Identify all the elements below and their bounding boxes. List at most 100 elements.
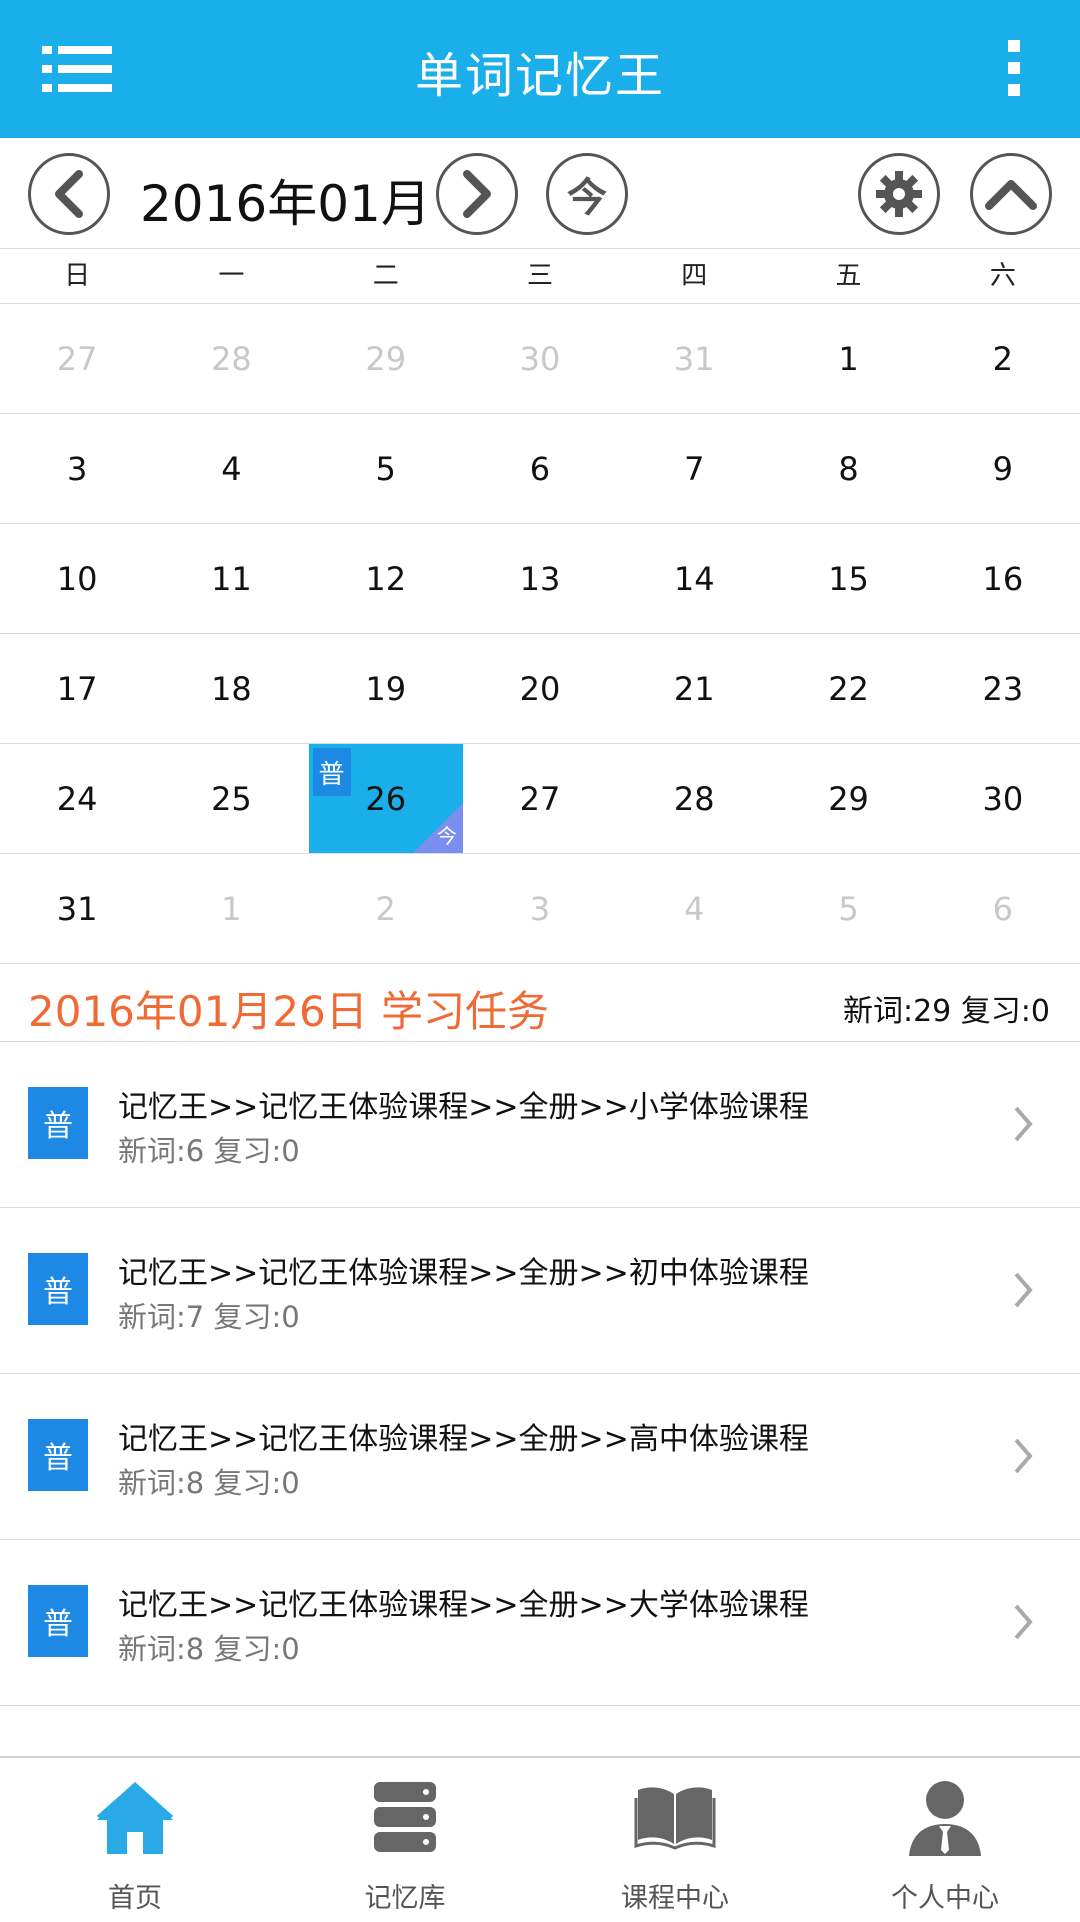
task-item[interactable]: 普 记忆王>>记忆王体验课程>>全册>>初中体验课程 新词:7 复习:0 <box>0 1208 1080 1374</box>
tab-home[interactable]: 首页 <box>0 1758 270 1922</box>
calendar-day[interactable]: 6 <box>463 414 617 523</box>
calendar-day-number: 12 <box>365 559 407 598</box>
calendar-day[interactable]: 19 <box>309 634 463 743</box>
calendar-day[interactable]: 8 <box>771 414 925 523</box>
calendar-day-number: 11 <box>211 559 252 598</box>
app-bar: 单词记忆王 <box>0 0 1080 138</box>
calendar-week-row: 10 11 12 13 14 15 16 <box>0 524 1080 634</box>
prev-month-button[interactable] <box>28 153 110 235</box>
task-stats: 新词:8 复习:0 <box>118 1466 300 1500</box>
calendar-day[interactable]: 4 <box>154 414 308 523</box>
calendar-day[interactable]: 2 <box>926 304 1080 413</box>
weekday-label: 四 <box>681 261 708 291</box>
calendar-day[interactable]: 3 <box>463 854 617 963</box>
calendar-day[interactable]: 7 <box>617 414 771 523</box>
calendar-day[interactable]: 16 <box>926 524 1080 633</box>
task-header: 2016年01月26日 学习任务 新词:29 复习:0 <box>0 964 1080 1042</box>
calendar-day[interactable]: 14 <box>617 524 771 633</box>
calendar-day[interactable]: 27 <box>0 304 154 413</box>
calendar-day[interactable]: 28 <box>617 744 771 853</box>
day-task-badge: 普 <box>312 748 351 796</box>
calendar-day[interactable]: 21 <box>617 634 771 743</box>
more-vert-icon[interactable] <box>1004 38 1024 98</box>
calendar-day[interactable]: 29 <box>309 304 463 413</box>
calendar-day[interactable]: 30 <box>463 304 617 413</box>
calendar-day-number: 31 <box>673 339 715 378</box>
app-title: 单词记忆王 <box>414 48 665 104</box>
calendar-day[interactable]: 2 <box>309 854 463 963</box>
task-type-badge: 普 <box>28 1253 88 1325</box>
calendar-day[interactable]: 20 <box>463 634 617 743</box>
calendar-day[interactable]: 24 <box>0 744 154 853</box>
task-item[interactable]: 普 记忆王>>记忆王体验课程>>全册>>大学体验课程 新词:8 复习:0 <box>0 1540 1080 1706</box>
calendar-day-number: 1 <box>221 889 242 928</box>
calendar-day[interactable]: 11 <box>154 524 308 633</box>
calendar-day[interactable]: 22 <box>771 634 925 743</box>
calendar-day-number: 4 <box>221 449 242 488</box>
today-button[interactable]: 今 <box>546 153 628 235</box>
calendar-day[interactable]: 31 <box>617 304 771 413</box>
tab-personal-center[interactable]: 个人中心 <box>810 1758 1080 1922</box>
calendar-day[interactable]: 9 <box>926 414 1080 523</box>
calendar-day-number: 5 <box>375 449 396 488</box>
home-icon <box>97 1781 173 1854</box>
calendar-day[interactable]: 1 <box>154 854 308 963</box>
task-course-path: 记忆王>>记忆王体验课程>>全册>>小学体验课程 <box>118 1090 809 1125</box>
calendar-day[interactable]: 30 <box>926 744 1080 853</box>
calendar-day-number: 30 <box>519 339 561 378</box>
settings-button[interactable] <box>858 153 940 235</box>
calendar-day[interactable]: 10 <box>0 524 154 633</box>
chevron-right-icon <box>1014 1272 1033 1308</box>
task-item[interactable]: 普 记忆王>>记忆王体验课程>>全册>>小学体验课程 新词:6 复习:0 <box>0 1042 1080 1208</box>
chevron-right-icon <box>1014 1106 1033 1142</box>
calendar-day-number: 10 <box>56 559 98 598</box>
calendar-day[interactable]: 6 <box>926 854 1080 963</box>
calendar-day[interactable]: 1 <box>771 304 925 413</box>
calendar-day[interactable]: 31 <box>0 854 154 963</box>
calendar-day-number: 24 <box>56 779 98 818</box>
calendar-week-row: 17 18 19 20 21 22 23 <box>0 634 1080 744</box>
today-button-label: 今 <box>567 175 607 221</box>
calendar-day[interactable]: 23 <box>926 634 1080 743</box>
calendar-day-number: 16 <box>982 559 1024 598</box>
task-course-path: 记忆王>>记忆王体验课程>>全册>>大学体验课程 <box>118 1588 809 1623</box>
calendar-day[interactable]: 3 <box>0 414 154 523</box>
tab-memory-bank[interactable]: 记忆库 <box>270 1758 540 1922</box>
calendar-day[interactable]: 25 <box>154 744 308 853</box>
calendar-day-number: 29 <box>828 779 869 818</box>
task-item[interactable]: 普 记忆王>>记忆王体验课程>>全册>>高中体验课程 新词:8 复习:0 <box>0 1374 1080 1540</box>
calendar-day[interactable]: 15 <box>771 524 925 633</box>
collapse-button[interactable] <box>970 153 1052 235</box>
calendar-day-number: 1 <box>838 339 859 378</box>
calendar-nav: 2016年01月 今 <box>0 138 1080 248</box>
calendar-day[interactable]: 17 <box>0 634 154 743</box>
calendar-day[interactable]: 5 <box>309 414 463 523</box>
calendar-day-number: 17 <box>56 669 98 708</box>
task-type-badge: 普 <box>28 1087 88 1159</box>
calendar-day[interactable]: 4 <box>617 854 771 963</box>
calendar-day[interactable]: 18 <box>154 634 308 743</box>
person-icon <box>909 1781 981 1856</box>
calendar-day-number: 3 <box>529 889 551 928</box>
calendar-day[interactable]: 29 <box>771 744 925 853</box>
calendar-day-number: 28 <box>211 339 252 378</box>
database-icon <box>374 1782 436 1852</box>
calendar-day-selected[interactable]: 26 普今 <box>308 744 463 853</box>
calendar-day-number: 14 <box>673 559 715 598</box>
calendar-grid: 27 28 29 30 31 1 2 3 4 5 6 7 8 9 10 11 12 13 14 15 16 17 18 19 2… <box>0 304 1080 964</box>
calendar-day[interactable]: 5 <box>771 854 925 963</box>
weekday-label: 二 <box>372 261 399 291</box>
task-type-badge: 普 <box>28 1585 88 1657</box>
calendar-day[interactable]: 27 <box>463 744 617 853</box>
calendar-day[interactable]: 13 <box>463 524 617 633</box>
calendar-day[interactable]: 12 <box>309 524 463 633</box>
calendar-day-number: 8 <box>838 449 859 488</box>
next-month-button[interactable] <box>436 153 518 235</box>
tab-course-center[interactable]: 课程中心 <box>540 1758 810 1922</box>
calendar-day[interactable]: 28 <box>154 304 308 413</box>
tab-label: 首页 <box>108 1883 162 1914</box>
task-type-badge: 普 <box>28 1419 88 1491</box>
weekday-label: 五 <box>835 261 862 291</box>
task-list: 普 记忆王>>记忆王体验课程>>全册>>小学体验课程 新词:6 复习:0 普 记… <box>0 1042 1080 1706</box>
calendar-day-number: 19 <box>365 669 407 708</box>
